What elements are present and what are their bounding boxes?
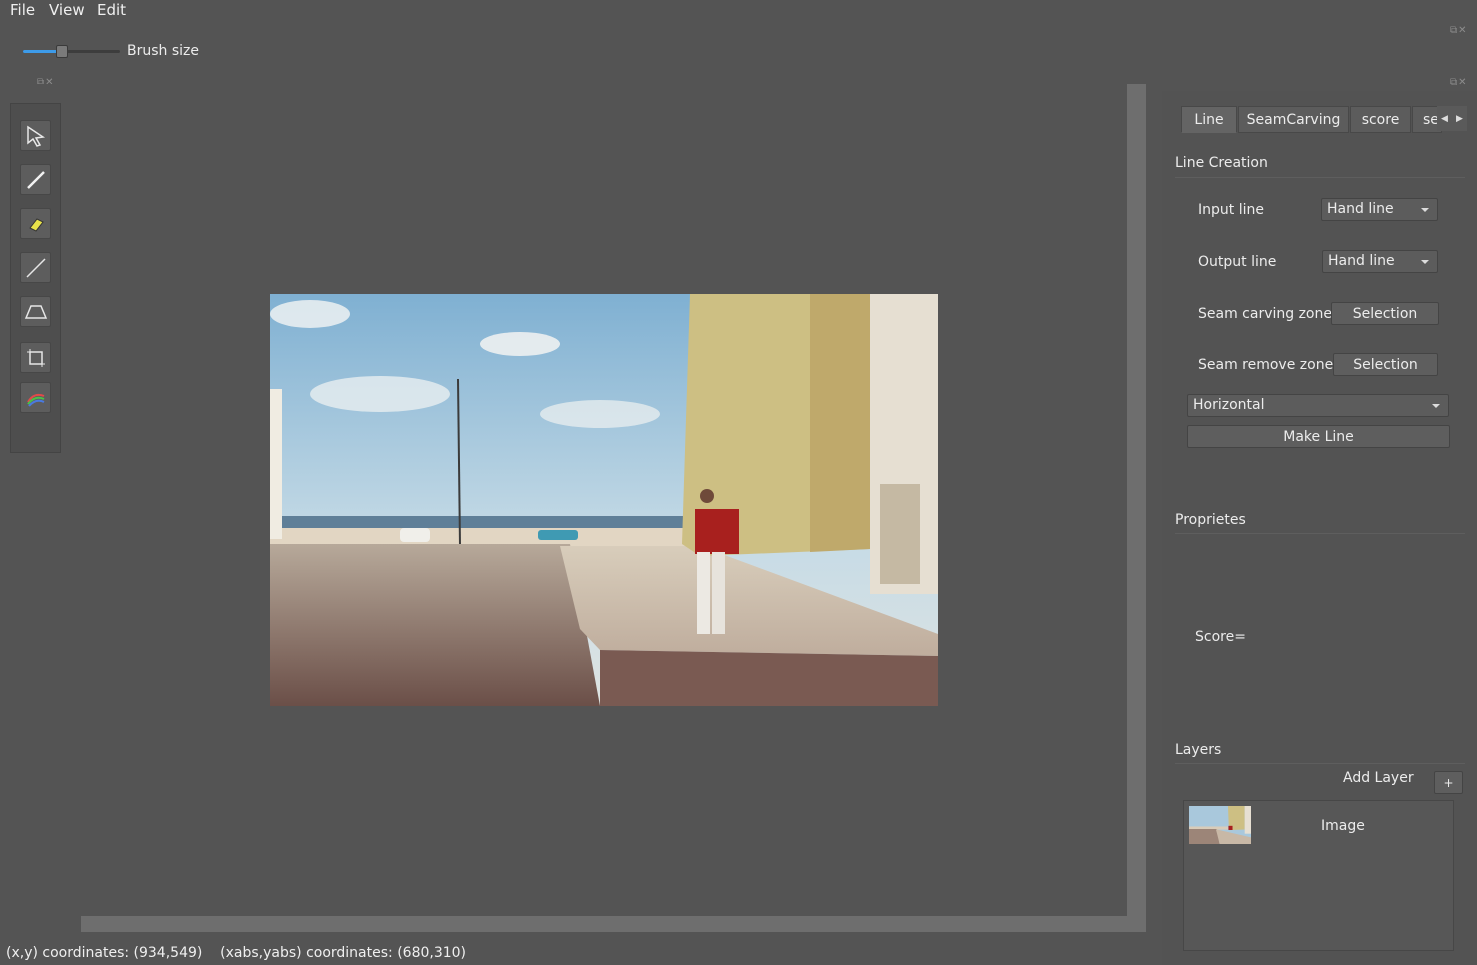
properties-title: Proprietes xyxy=(1175,512,1246,528)
crop-tool-button[interactable] xyxy=(20,342,51,373)
output-line-label: Output line xyxy=(1198,254,1277,270)
layers-title: Layers xyxy=(1175,742,1222,758)
gradient-icon xyxy=(26,393,44,407)
menu-edit[interactable]: Edit xyxy=(97,1,126,19)
tab-scroll-right-icon[interactable]: ▶ xyxy=(1456,114,1463,124)
trapezoid-icon xyxy=(24,304,47,319)
input-line-label: Input line xyxy=(1198,202,1264,218)
select-arrow-icon xyxy=(26,125,45,147)
orientation-value: Horizontal xyxy=(1193,397,1265,413)
tab-score[interactable]: score xyxy=(1350,106,1411,133)
seam-remove-zone-label: Seam remove zone xyxy=(1198,357,1334,373)
canvas-image[interactable] xyxy=(270,294,938,706)
toolbar-dock-close-icon[interactable]: ⧉✕ xyxy=(1450,25,1468,36)
chevron-down-icon xyxy=(1421,260,1429,264)
output-line-value: Hand line xyxy=(1328,253,1395,269)
seam-carving-zone-label: Seam carving zone xyxy=(1198,306,1332,322)
eraser-icon xyxy=(28,217,44,232)
chevron-down-icon xyxy=(1421,208,1429,212)
chevron-down-icon xyxy=(1432,404,1440,408)
tool-palette xyxy=(10,103,61,453)
layer-thumbnail[interactable] xyxy=(1189,806,1251,844)
seam-carving-zone-selection-button[interactable]: Selection xyxy=(1331,302,1439,325)
orientation-select[interactable]: Horizontal xyxy=(1187,394,1449,417)
score-label: Score= xyxy=(1195,629,1246,645)
menu-file[interactable]: File xyxy=(10,1,35,19)
crop-icon xyxy=(26,348,45,367)
brush-size-slider-handle[interactable] xyxy=(56,45,68,58)
vertical-scrollbar[interactable] xyxy=(1127,84,1146,932)
status-bar: (x,y) coordinates: (934,549) (xabs,yabs)… xyxy=(6,945,466,961)
input-line-value: Hand line xyxy=(1327,201,1394,217)
menu-bar: File View Edit xyxy=(0,0,1477,22)
section-divider xyxy=(1175,763,1465,764)
brush-icon xyxy=(26,170,45,189)
tab-scroll-left-icon[interactable]: ◀ xyxy=(1441,114,1448,124)
status-xy-coordinates: (x,y) coordinates: (934,549) xyxy=(6,945,203,961)
trapezoid-tool-button[interactable] xyxy=(20,296,51,327)
line-tool-button[interactable] xyxy=(20,252,51,283)
line-icon xyxy=(25,257,46,278)
seam-remove-zone-selection-button[interactable]: Selection xyxy=(1333,353,1438,376)
status-abs-coordinates: (xabs,yabs) coordinates: (680,310) xyxy=(220,945,467,961)
section-divider xyxy=(1175,177,1465,178)
brush-tool-button[interactable] xyxy=(20,164,51,195)
horizontal-scrollbar[interactable] xyxy=(81,916,1146,932)
make-line-button[interactable]: Make Line xyxy=(1187,425,1450,448)
tab-line[interactable]: Line xyxy=(1181,106,1237,133)
tab-scroll-buttons: ◀ ▶ xyxy=(1437,106,1467,131)
eraser-tool-button[interactable] xyxy=(20,208,51,239)
section-divider xyxy=(1175,533,1465,534)
tab-bar: Line SeamCarving score se xyxy=(1170,106,1469,133)
line-creation-title: Line Creation xyxy=(1175,155,1268,171)
layer-name[interactable]: Image xyxy=(1321,818,1365,834)
tab-seamcarving[interactable]: SeamCarving xyxy=(1238,106,1349,133)
brush-size-label: Brush size xyxy=(127,43,199,59)
panel-dock-close-icon[interactable]: ⧉✕ xyxy=(1450,77,1468,88)
tab-scroll-left-edge xyxy=(1170,106,1180,133)
output-line-select[interactable]: Hand line xyxy=(1322,250,1438,273)
add-layer-button[interactable]: + xyxy=(1434,771,1463,794)
select-tool-button[interactable] xyxy=(20,120,51,151)
gradient-tool-button[interactable] xyxy=(20,382,51,413)
add-layer-label: Add Layer xyxy=(1343,770,1414,786)
input-line-select[interactable]: Hand line xyxy=(1321,198,1438,221)
menu-view[interactable]: View xyxy=(49,1,85,19)
